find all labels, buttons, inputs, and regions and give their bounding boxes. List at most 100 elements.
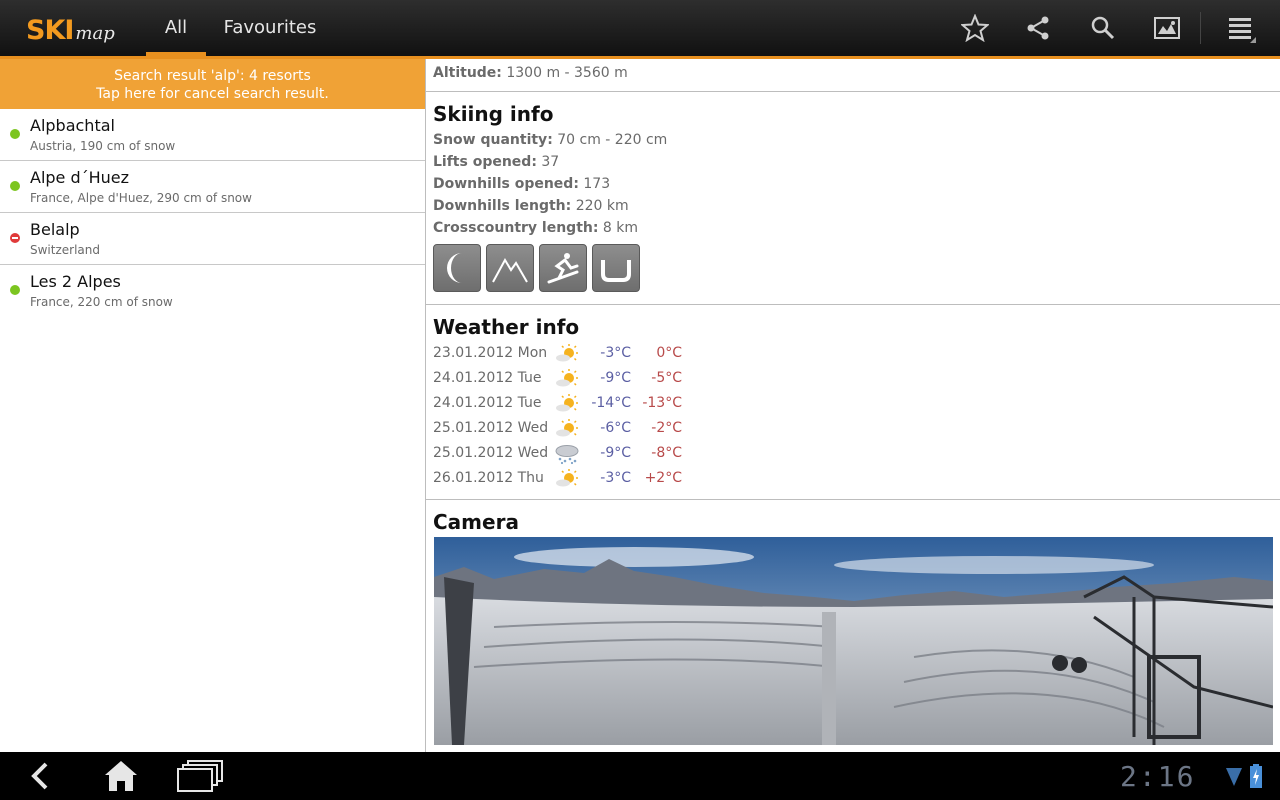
weather-max-temp: -8°C: [651, 445, 682, 461]
search-icon[interactable]: [1083, 10, 1123, 46]
downhills-opened-value: 173: [583, 176, 611, 192]
sun-cloud-icon: [556, 344, 578, 362]
weather-max-temp: -5°C: [651, 370, 682, 386]
tab-all-label: All: [164, 17, 188, 38]
weather-row: 24.01.2012 Tue -14°C -13°C: [433, 393, 693, 415]
night-skiing-icon[interactable]: [433, 244, 481, 292]
resort-list-pane: Search result 'alp': 4 resorts Tap here …: [0, 59, 425, 752]
resort-details: Austria, 190 cm of snow: [30, 139, 176, 153]
list-item[interactable]: Alpbachtal Austria, 190 cm of snow: [0, 109, 425, 161]
snowboard-icon[interactable]: [539, 244, 587, 292]
weather-max-temp: 0°C: [656, 345, 682, 361]
sun-cloud-icon: [556, 419, 578, 437]
tab-all[interactable]: All: [146, 0, 206, 56]
lifts-opened-value: 37: [541, 154, 560, 170]
snow-quantity-value: 70 cm - 220 cm: [557, 132, 668, 148]
sun-cloud-icon: [556, 394, 578, 412]
weather-max-temp: -13°C: [642, 395, 682, 411]
weather-min-temp: -9°C: [600, 445, 631, 461]
system-clock: 2:16: [1120, 760, 1196, 793]
resort-name: Les 2 Alpes: [30, 272, 121, 291]
camera-title: Camera: [433, 510, 519, 534]
weather-min-temp: -3°C: [600, 345, 631, 361]
weather-row: 24.01.2012 Tue -9°C -5°C: [433, 368, 693, 390]
weather-row: 25.01.2012 Wed -6°C -2°C: [433, 418, 693, 440]
app-logo: SKI map: [26, 12, 115, 46]
downhills-length-label: Downhills length:: [433, 198, 572, 214]
search-result-text: Search result 'alp': 4 resorts: [114, 68, 311, 84]
crosscountry-length-value: 8 km: [602, 220, 639, 236]
snow-quantity-row: Snow quantity: 70 cm - 220 cm: [433, 132, 667, 148]
list-item[interactable]: Belalp Switzerland: [0, 213, 425, 265]
altitude-label: Altitude:: [433, 65, 502, 81]
resort-detail-pane[interactable]: Altitude: 1300 m - 3560 m Skiing info Sn…: [426, 59, 1280, 752]
weather-row: 25.01.2012 Wed -9°C -8°C: [433, 443, 693, 465]
weather-max-temp: +2°C: [644, 470, 682, 486]
altitude-row: Altitude: 1300 m - 3560 m: [433, 65, 628, 81]
home-icon[interactable]: [97, 758, 145, 794]
crosscountry-length-row: Crosscountry length: 8 km: [433, 220, 638, 236]
logo-map-text: map: [75, 23, 115, 44]
section-divider: [426, 91, 1280, 92]
section-divider: [426, 304, 1280, 305]
weather-date: 25.01.2012 Wed: [433, 445, 549, 461]
weather-row: 23.01.2012 Mon -3°C 0°C: [433, 343, 693, 365]
star-icon[interactable]: [955, 10, 995, 46]
back-icon[interactable]: [16, 758, 64, 794]
weather-min-temp: -3°C: [600, 470, 631, 486]
downhills-opened-label: Downhills opened:: [433, 176, 579, 192]
menu-icon[interactable]: [1221, 10, 1261, 46]
list-item[interactable]: Alpe d´Huez France, Alpe d'Huez, 290 cm …: [0, 161, 425, 213]
recent-apps-icon[interactable]: [176, 758, 224, 794]
crosscountry-length-label: Crosscountry length:: [433, 220, 599, 236]
weather-date: 24.01.2012 Tue: [433, 370, 542, 386]
status-open-icon: [10, 285, 20, 295]
action-bar: SKI map All Favourites: [0, 0, 1280, 56]
weather-date: 24.01.2012 Tue: [433, 395, 542, 411]
tab-favourites[interactable]: Favourites: [220, 0, 320, 56]
wifi-icon: [1226, 768, 1242, 790]
weather-date: 26.01.2012 Thu: [433, 470, 544, 486]
action-bar-separator: [1200, 12, 1201, 44]
mountain-icon[interactable]: [486, 244, 534, 292]
status-open-icon: [10, 181, 20, 191]
weather-info-title: Weather info: [433, 315, 580, 339]
weather-date: 25.01.2012 Wed: [433, 420, 549, 436]
resort-details: Switzerland: [30, 243, 100, 257]
downhills-length-row: Downhills length: 220 km: [433, 198, 629, 214]
snow-cloud-icon: [555, 445, 579, 465]
weather-max-temp: -2°C: [651, 420, 682, 436]
webcam-image[interactable]: [434, 537, 1273, 745]
halfpipe-icon[interactable]: [592, 244, 640, 292]
weather-min-temp: -14°C: [591, 395, 631, 411]
weather-date: 23.01.2012 Mon: [433, 345, 548, 361]
battery-icon: [1250, 764, 1262, 792]
weather-min-temp: -6°C: [600, 420, 631, 436]
weather-row: 26.01.2012 Thu -3°C +2°C: [433, 468, 693, 490]
logo-ski-text: SKI: [26, 15, 74, 46]
status-open-icon: [10, 129, 20, 139]
map-icon[interactable]: [1147, 10, 1187, 46]
system-navigation-bar: 2:16: [0, 752, 1280, 800]
downhills-opened-row: Downhills opened: 173: [433, 176, 610, 192]
share-icon[interactable]: [1018, 10, 1058, 46]
status-closed-icon: [10, 233, 20, 243]
resort-name: Belalp: [30, 220, 80, 239]
resort-name: Alpbachtal: [30, 116, 115, 135]
section-divider: [426, 499, 1280, 500]
snow-quantity-label: Snow quantity:: [433, 132, 553, 148]
sun-cloud-icon: [556, 369, 578, 387]
resort-name: Alpe d´Huez: [30, 168, 130, 187]
resort-details: France, Alpe d'Huez, 290 cm of snow: [30, 191, 252, 205]
sun-cloud-icon: [556, 469, 578, 487]
altitude-value: 1300 m - 3560 m: [506, 65, 628, 81]
skiing-info-title: Skiing info: [433, 102, 554, 126]
list-item[interactable]: Les 2 Alpes France, 220 cm of snow: [0, 265, 425, 317]
cancel-search-text: Tap here for cancel search result.: [96, 86, 329, 102]
search-result-banner[interactable]: Search result 'alp': 4 resorts Tap here …: [0, 59, 425, 109]
weather-min-temp: -9°C: [600, 370, 631, 386]
lifts-opened-label: Lifts opened:: [433, 154, 537, 170]
downhills-length-value: 220 km: [575, 198, 629, 214]
tab-favourites-label: Favourites: [223, 17, 317, 38]
lifts-opened-row: Lifts opened: 37: [433, 154, 559, 170]
